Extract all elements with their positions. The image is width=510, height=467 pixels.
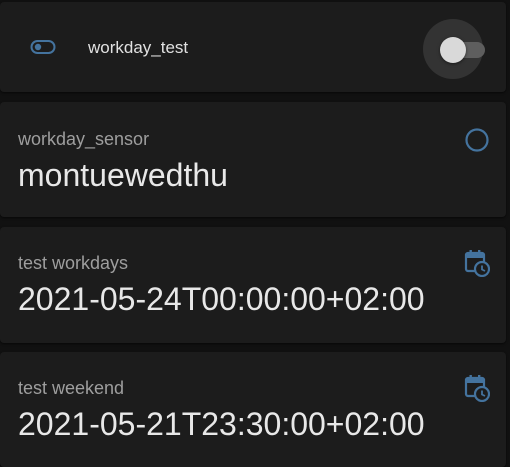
toggle-thumb[interactable] <box>440 37 466 63</box>
circle-outline-icon <box>465 128 489 152</box>
dashboard: workday_test workday_sensor montuewedthu… <box>0 0 510 467</box>
toggle-switch-outline-icon <box>30 40 56 54</box>
entity-card-workday-sensor[interactable]: workday_sensor montuewedthu <box>0 102 506 217</box>
entity-name: test weekend <box>18 378 125 398</box>
entity-state: 2021-05-21T23:30:00+02:00 <box>18 406 425 442</box>
entity-card-test-workdays[interactable]: test workdays 2021-05-24T00:00:00+02:00 <box>0 227 506 343</box>
entity-card-test-weekend[interactable]: test weekend 2021-05-21T23:30:00+02:00 <box>0 352 506 467</box>
switch-label: workday_test <box>88 38 189 57</box>
entity-state: 2021-05-24T00:00:00+02:00 <box>18 281 425 317</box>
entity-name: workday_sensor <box>18 129 150 149</box>
calendar-clock-icon <box>464 375 490 402</box>
entity-state: montuewedthu <box>18 157 228 193</box>
switch-entity-row[interactable]: workday_test <box>0 2 506 92</box>
entity-name: test workdays <box>18 253 129 273</box>
calendar-clock-icon <box>464 250 490 277</box>
